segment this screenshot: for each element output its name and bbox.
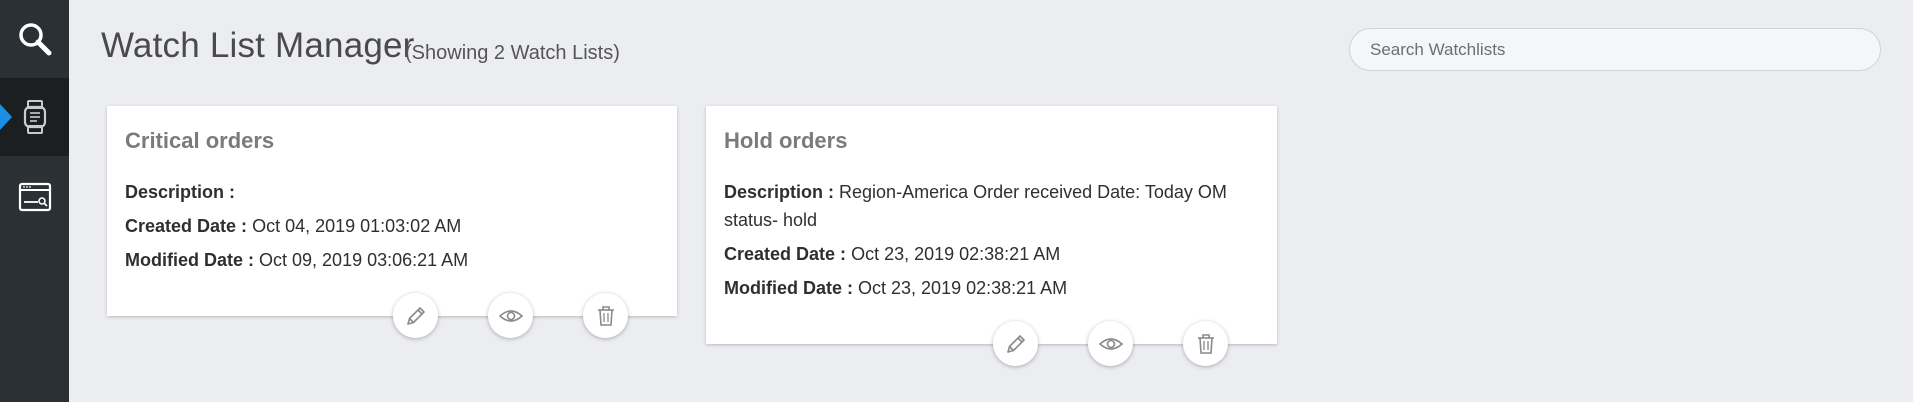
edit-button[interactable] — [393, 293, 438, 338]
created-date-row: Created Date : Oct 23, 2019 02:38:21 AM — [724, 240, 1259, 268]
edit-button[interactable] — [993, 321, 1038, 366]
eye-icon — [498, 309, 523, 322]
modified-date-row: Modified Date : Oct 09, 2019 03:06:21 AM — [125, 246, 659, 274]
description-row: Description : Region-America Order recei… — [724, 178, 1259, 234]
trash-icon — [1197, 333, 1214, 354]
delete-button[interactable] — [583, 293, 628, 338]
modified-date-value: Oct 23, 2019 02:38:21 AM — [858, 278, 1068, 298]
created-date-value: Oct 23, 2019 02:38:21 AM — [851, 244, 1061, 264]
trash-icon — [597, 305, 614, 326]
sidebar — [0, 0, 69, 402]
page-title: Watch List Manager — [101, 26, 415, 65]
pencil-icon — [406, 306, 425, 325]
eye-icon — [1098, 337, 1123, 350]
created-date-label: Created Date : — [724, 244, 847, 264]
browser-window-icon — [18, 182, 51, 212]
watchlist-card: Hold orders Description : Region-America… — [706, 106, 1277, 366]
watch-icon — [23, 100, 46, 134]
sidebar-item-browser[interactable] — [0, 158, 69, 236]
modified-date-label: Modified Date : — [724, 278, 853, 298]
pencil-icon — [1006, 334, 1025, 353]
view-button[interactable] — [1088, 321, 1133, 366]
card-title: Hold orders — [724, 128, 848, 153]
sidebar-item-watchlists[interactable] — [0, 78, 69, 156]
sidebar-item-search[interactable] — [0, 0, 69, 78]
created-date-value: Oct 04, 2019 01:03:02 AM — [252, 216, 462, 236]
created-date-row: Created Date : Oct 04, 2019 01:03:02 AM — [125, 212, 659, 240]
card-title: Critical orders — [125, 128, 275, 153]
view-button[interactable] — [488, 293, 533, 338]
description-label: Description : — [724, 182, 835, 202]
card-actions — [993, 321, 1228, 366]
modified-date-row: Modified Date : Oct 23, 2019 02:38:21 AM — [724, 274, 1259, 302]
search-input[interactable] — [1349, 28, 1881, 71]
watchlist-count: (Showing 2 Watch Lists) — [405, 42, 620, 64]
card-actions — [393, 293, 628, 338]
created-date-label: Created Date : — [125, 216, 248, 236]
description-label: Description : — [125, 182, 236, 202]
search-icon — [18, 23, 51, 56]
description-row: Description : — [125, 178, 659, 206]
watchlist-card: Critical orders Description : Created Da… — [107, 106, 677, 338]
delete-button[interactable] — [1183, 321, 1228, 366]
modified-date-value: Oct 09, 2019 03:06:21 AM — [259, 250, 469, 270]
modified-date-label: Modified Date : — [125, 250, 254, 270]
